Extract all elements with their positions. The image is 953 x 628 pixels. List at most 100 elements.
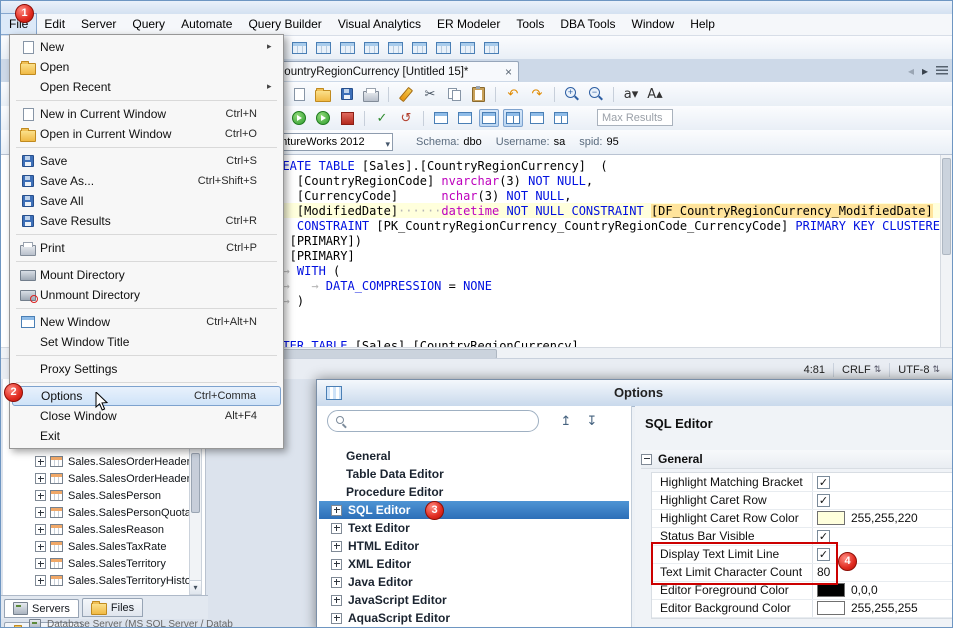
- zoom-out-button[interactable]: [586, 85, 606, 103]
- menu-window[interactable]: Window: [624, 14, 683, 34]
- menu-item-save-results[interactable]: Save Results Ctrl+R: [12, 211, 281, 231]
- expand-icon[interactable]: [35, 507, 46, 518]
- prev-tab-icon[interactable]: ◂: [908, 64, 914, 78]
- schema-browser-button[interactable]: [361, 39, 381, 57]
- window-left-button[interactable]: [431, 109, 451, 127]
- menu-item-print[interactable]: Print Ctrl+P: [12, 238, 281, 258]
- search-input[interactable]: [352, 413, 532, 431]
- font-increase-button[interactable]: A▴: [645, 85, 665, 103]
- next-tab-icon[interactable]: ▸: [922, 64, 928, 78]
- cut-button[interactable]: ✂: [420, 85, 440, 103]
- menu-item-exit[interactable]: Exit: [12, 426, 281, 446]
- close-tab-icon[interactable]: ×: [505, 65, 512, 79]
- editor-foreground-color-swatch[interactable]: [817, 583, 845, 597]
- tab-servers[interactable]: Servers: [4, 599, 79, 618]
- tree-item-sales-salesperson[interactable]: Sales.SalesPerson: [3, 487, 189, 504]
- menu-item-save-all[interactable]: Save All: [12, 191, 281, 211]
- format-sql-button[interactable]: [396, 85, 416, 103]
- menu-item-save[interactable]: Save Ctrl+S: [12, 151, 281, 171]
- grid-results-button[interactable]: [481, 39, 501, 57]
- options-tree-procedure-editor[interactable]: Procedure Editor: [319, 483, 629, 501]
- tree-item-sales-salespersonquotahistory[interactable]: Sales.SalesPersonQuotaHistory: [3, 504, 189, 521]
- menu-item-mount-directory[interactable]: Mount Directory: [12, 265, 281, 285]
- menu-item-unmount-directory[interactable]: Unmount Directory: [12, 285, 281, 305]
- stop-button[interactable]: [337, 109, 357, 127]
- menu-item-open-recent[interactable]: Open Recent ▸: [12, 77, 281, 97]
- table-browser-button[interactable]: [337, 39, 357, 57]
- collapse-all-icon[interactable]: ↧: [583, 413, 601, 431]
- explorer-scrollbar[interactable]: ▾: [189, 448, 202, 595]
- menu-item-open-in-current-window[interactable]: Open in Current Window Ctrl+O: [12, 124, 281, 144]
- highlight-caret-row-checkbox[interactable]: ✓: [817, 493, 830, 507]
- menu-item-new-window[interactable]: New Window Ctrl+Alt+N: [12, 312, 281, 332]
- menu-help[interactable]: Help: [682, 14, 723, 34]
- tree-item-sales-salesorderheadersalesreason[interactable]: Sales.SalesOrderHeaderSalesReason: [3, 470, 189, 487]
- menu-automate[interactable]: Automate: [173, 14, 240, 34]
- expand-icon[interactable]: [35, 558, 46, 569]
- expand-icon[interactable]: [331, 612, 342, 624]
- execute-button[interactable]: [289, 109, 309, 127]
- collapse-group-icon[interactable]: [641, 453, 652, 465]
- er-diagram-button[interactable]: [457, 39, 477, 57]
- menu-item-proxy-settings[interactable]: Proxy Settings: [12, 359, 281, 379]
- settings-group-header[interactable]: General: [641, 450, 952, 469]
- options-tree-sql-editor[interactable]: SQL Editor: [319, 501, 629, 519]
- tree-item-sales-salesorderheader[interactable]: Sales.SalesOrderHeader: [3, 453, 189, 470]
- copy-button[interactable]: [444, 85, 464, 103]
- menu-item-options[interactable]: Options Ctrl+Comma: [12, 386, 281, 406]
- expand-icon[interactable]: [331, 504, 342, 516]
- menu-item-save-as[interactable]: Save As... Ctrl+Shift+S: [12, 171, 281, 191]
- expand-icon[interactable]: [35, 575, 46, 586]
- tab-files[interactable]: Files: [81, 598, 144, 617]
- new-file-button[interactable]: [289, 85, 309, 103]
- expand-icon[interactable]: [35, 456, 46, 467]
- execute-script-button[interactable]: [313, 109, 333, 127]
- menu-er-modeler[interactable]: ER Modeler: [429, 14, 508, 34]
- options-tree-aquascript-editor[interactable]: AquaScript Editor: [319, 609, 629, 627]
- encoding-selector[interactable]: UTF-8 ⇅: [889, 362, 948, 377]
- menu-edit[interactable]: Edit: [36, 14, 73, 34]
- options-tree-xml-editor[interactable]: XML Editor: [319, 555, 629, 573]
- menu-dba-tools[interactable]: DBA Tools: [552, 14, 623, 34]
- menu-query[interactable]: Query: [124, 14, 173, 34]
- menu-item-close-window[interactable]: Close Window Alt+F4: [12, 406, 281, 426]
- menu-query-builder[interactable]: Query Builder: [240, 14, 329, 34]
- expand-icon[interactable]: [331, 540, 342, 552]
- expand-icon[interactable]: [35, 524, 46, 535]
- options-tree-text-editor[interactable]: Text Editor: [319, 519, 629, 537]
- expand-icon[interactable]: [331, 594, 342, 606]
- highlight-matching-bracket-checkbox[interactable]: ✓: [817, 475, 830, 489]
- expand-icon[interactable]: [35, 490, 46, 501]
- query-window-button[interactable]: [289, 39, 309, 57]
- options-tree-general[interactable]: General: [319, 447, 629, 465]
- expand-icon[interactable]: [331, 558, 342, 570]
- editor-background-color-swatch[interactable]: [817, 601, 845, 615]
- rollback-button[interactable]: ↺: [396, 109, 416, 127]
- tree-item-sales-salesreason[interactable]: Sales.SalesReason: [3, 521, 189, 538]
- scroll-down-icon[interactable]: ▾: [190, 580, 201, 594]
- menu-item-new[interactable]: New ▸: [12, 37, 281, 57]
- status-bar-visible-checkbox[interactable]: ✓: [817, 529, 830, 543]
- undo-button[interactable]: ↶: [503, 85, 523, 103]
- split-vertical-button[interactable]: [503, 109, 523, 127]
- table-data-editor-button[interactable]: [313, 39, 333, 57]
- font-decrease-button[interactable]: a▾: [621, 85, 641, 103]
- scrollbar-thumb[interactable]: [942, 158, 951, 255]
- tab-group-button[interactable]: [527, 109, 547, 127]
- redo-button[interactable]: ↷: [527, 85, 547, 103]
- tree-item-sales-salesterritoryhistory[interactable]: Sales.SalesTerritoryHistory: [3, 572, 189, 589]
- export-tool-button[interactable]: [433, 39, 453, 57]
- paste-button[interactable]: [468, 85, 488, 103]
- zoom-in-button[interactable]: [562, 85, 582, 103]
- menu-item-set-window-title[interactable]: Set Window Title: [12, 332, 281, 352]
- commit-button[interactable]: ✓: [372, 109, 392, 127]
- highlight-caret-row-color-swatch[interactable]: [817, 511, 845, 525]
- print-button[interactable]: [361, 85, 381, 103]
- open-file-button[interactable]: [313, 85, 333, 103]
- line-ending-selector[interactable]: CRLF ⇅: [833, 362, 889, 377]
- import-tool-button[interactable]: [409, 39, 429, 57]
- options-tree-java-editor[interactable]: Java Editor: [319, 573, 629, 591]
- split-horizontal-button[interactable]: [479, 109, 499, 127]
- expand-icon[interactable]: [35, 541, 46, 552]
- restore-windows-button[interactable]: [551, 109, 571, 127]
